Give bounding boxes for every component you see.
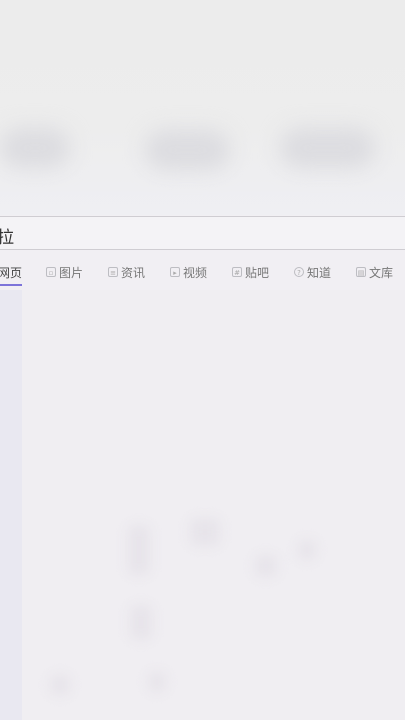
tab-tieba-label: 贴吧: [245, 265, 270, 280]
tab-web-label: 网页: [0, 265, 23, 280]
news-icon: ≡: [108, 267, 118, 277]
tab-web[interactable]: 网页: [0, 258, 23, 286]
blurred-result-7: [148, 672, 166, 692]
tab-news-label: 资讯: [121, 265, 146, 280]
question-icon: ?: [294, 267, 304, 277]
left-edge-panel: [0, 290, 22, 720]
blurred-result-5: [130, 605, 152, 640]
tab-zhidao-label: 知道: [307, 265, 332, 280]
blurred-result-2: [190, 518, 220, 546]
tab-wenku[interactable]: ▤ 文库: [356, 258, 393, 286]
blurred-logo-right: [280, 128, 375, 168]
search-bar[interactable]: 拉: [0, 216, 405, 250]
video-icon: ▸: [170, 267, 180, 277]
tab-tieba[interactable]: # 贴吧: [232, 258, 269, 286]
blurred-header: [0, 0, 405, 215]
tab-images-label: 图片: [59, 265, 84, 280]
search-tabs: 网页 ▫ 图片 ≡ 资讯 ▸ 视频 # 贴吧 ? 知道 ▤ 文库: [0, 258, 405, 288]
tab-wenku-label: 文库: [369, 265, 394, 280]
tab-images[interactable]: ▫ 图片: [46, 258, 83, 286]
blurred-result-3: [255, 555, 277, 577]
image-icon: ▫: [46, 267, 56, 277]
blurred-logo-left: [0, 128, 70, 168]
blurred-result-1: [128, 525, 150, 575]
search-query-text[interactable]: 拉: [0, 223, 14, 248]
tab-zhidao[interactable]: ? 知道: [294, 258, 331, 286]
document-icon: ▤: [356, 267, 366, 277]
tab-video-label: 视频: [183, 265, 208, 280]
blurred-result-4: [298, 540, 316, 560]
blurred-logo-center: [145, 130, 230, 170]
blurred-result-6: [50, 675, 70, 695]
tieba-icon: #: [232, 267, 242, 277]
results-area: [0, 290, 405, 720]
tab-news[interactable]: ≡ 资讯: [108, 258, 145, 286]
tab-video[interactable]: ▸ 视频: [170, 258, 207, 286]
